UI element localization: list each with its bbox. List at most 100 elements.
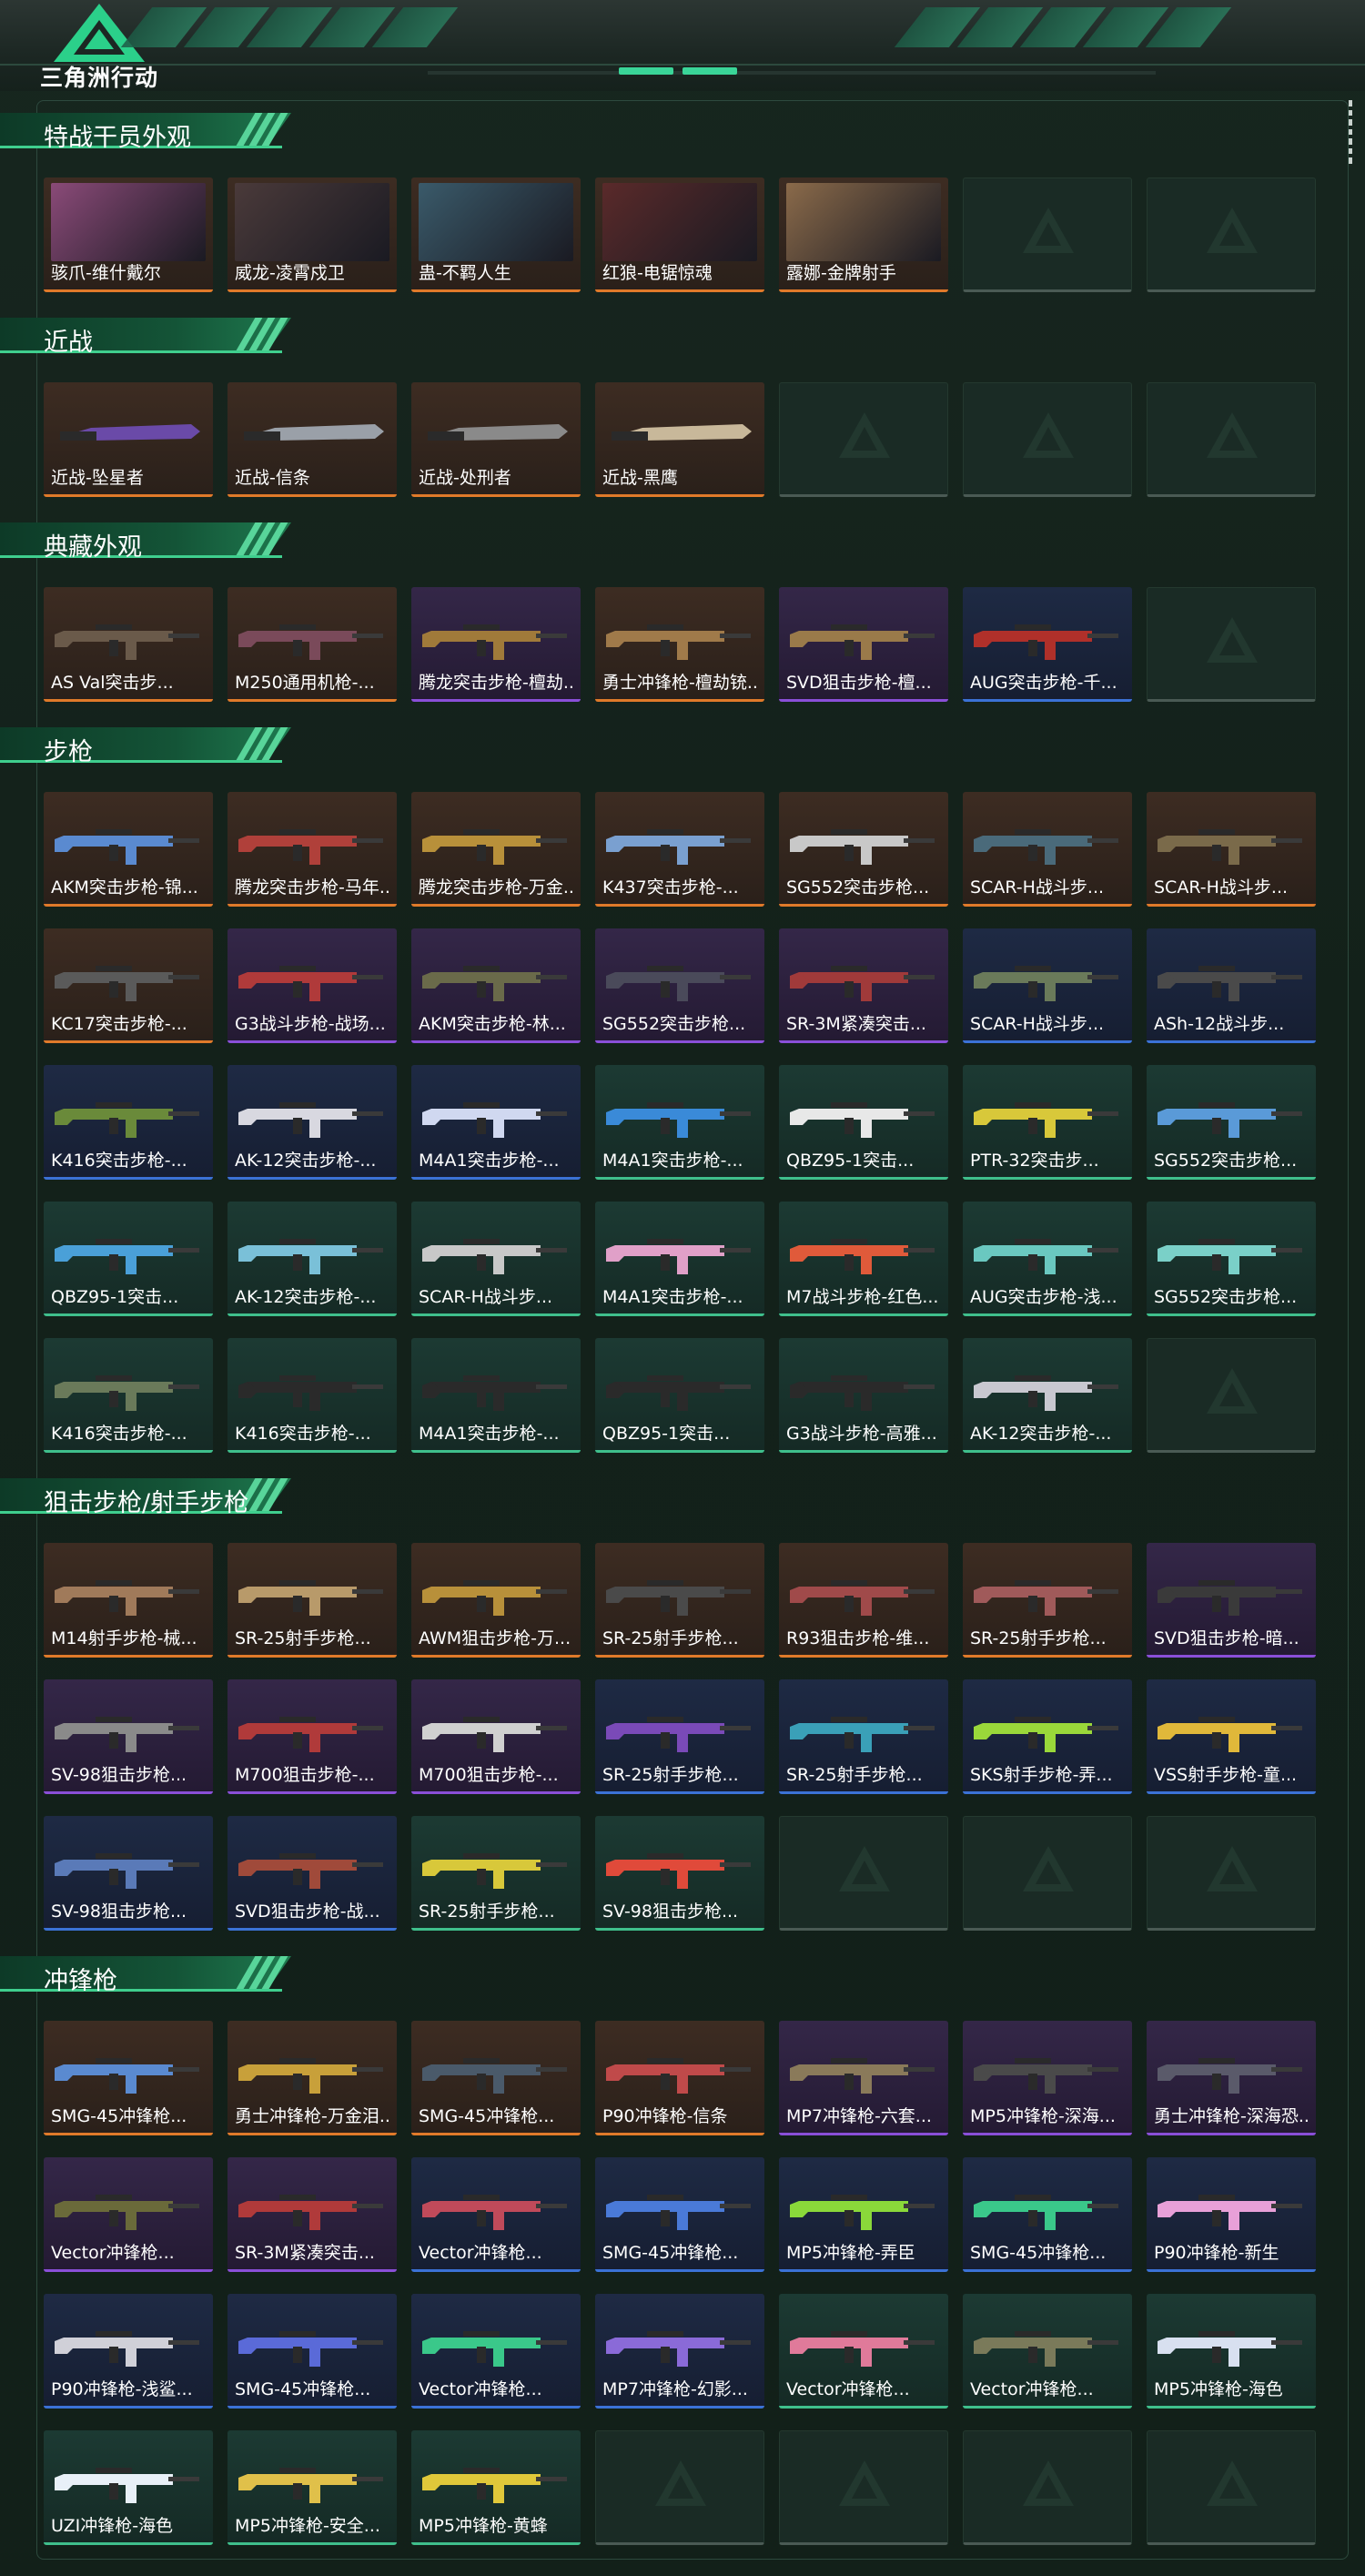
skin-card[interactable]: UZI冲锋枪-海色 bbox=[44, 2430, 213, 2545]
skin-card[interactable]: AK-12突击步枪-... bbox=[228, 1202, 397, 1316]
skin-card[interactable]: 勇士冲锋枪-檀劫铳... bbox=[595, 587, 764, 702]
skin-card[interactable]: QBZ95-1突击... bbox=[779, 1065, 948, 1180]
skin-name: SR-25射手步枪... bbox=[970, 1628, 1107, 1648]
skin-card[interactable]: M250通用机枪-... bbox=[228, 587, 397, 702]
skin-card[interactable]: MP5冲锋枪-黄蜂 bbox=[411, 2430, 581, 2545]
skin-card[interactable]: SMG-45冲锋枪... bbox=[595, 2157, 764, 2272]
skin-card[interactable]: 蛊-不羁人生 bbox=[411, 177, 581, 292]
skin-card[interactable]: SVD狙击步枪-战... bbox=[228, 1816, 397, 1931]
skin-card[interactable]: SCAR-H战斗步... bbox=[963, 792, 1132, 907]
skin-card[interactable]: G3战斗步枪-高雅... bbox=[779, 1338, 948, 1453]
skin-card[interactable]: PTR-32突击步... bbox=[963, 1065, 1132, 1180]
skin-card[interactable]: SCAR-H战斗步... bbox=[411, 1202, 581, 1316]
skin-card[interactable]: 威龙-凌霄戍卫 bbox=[228, 177, 397, 292]
skin-card[interactable]: 露娜-金牌射手 bbox=[779, 177, 948, 292]
skin-card[interactable]: SMG-45冲锋枪... bbox=[963, 2157, 1132, 2272]
skin-card[interactable]: SMG-45冲锋枪... bbox=[44, 2021, 213, 2135]
skin-card[interactable]: Vector冲锋枪... bbox=[411, 2294, 581, 2409]
skin-card[interactable]: K416突击步枪-... bbox=[44, 1338, 213, 1453]
skin-card[interactable]: K416突击步枪-... bbox=[228, 1338, 397, 1453]
skin-card[interactable]: MP5冲锋枪-弄臣 bbox=[779, 2157, 948, 2272]
skin-card[interactable]: ASh-12战斗步... bbox=[1147, 928, 1316, 1043]
skin-card[interactable]: AWM狙击步枪-万... bbox=[411, 1543, 581, 1658]
skin-card[interactable]: 勇士冲锋枪-深海恐... bbox=[1147, 2021, 1316, 2135]
weapon-icon bbox=[790, 1580, 935, 1616]
skin-card[interactable]: AKM突击步枪-锦... bbox=[44, 792, 213, 907]
skin-card[interactable]: AKM突击步枪-林... bbox=[411, 928, 581, 1043]
skin-card[interactable]: P90冲锋枪-浅鲨... bbox=[44, 2294, 213, 2409]
skin-card[interactable]: QBZ95-1突击... bbox=[595, 1338, 764, 1453]
skin-card[interactable]: SCAR-H战斗步... bbox=[963, 928, 1132, 1043]
skin-card[interactable]: M4A1突击步枪-... bbox=[411, 1065, 581, 1180]
skin-card[interactable]: 骇爪-维什戴尔 bbox=[44, 177, 213, 292]
skin-card[interactable]: R93狙击步枪-维... bbox=[779, 1543, 948, 1658]
skin-card[interactable]: SVD狙击步枪-暗... bbox=[1147, 1543, 1316, 1658]
skin-card[interactable]: AK-12突击步枪-... bbox=[228, 1065, 397, 1180]
skin-card[interactable]: SR-25射手步枪... bbox=[779, 1679, 948, 1794]
skin-card[interactable]: G3战斗步枪-战场... bbox=[228, 928, 397, 1043]
skin-card[interactable]: 近战-处刑者 bbox=[411, 382, 581, 497]
skin-name: Vector冲锋枪... bbox=[51, 2243, 175, 2263]
skin-card[interactable]: Vector冲锋枪... bbox=[411, 2157, 581, 2272]
skin-card[interactable]: SCAR-H战斗步... bbox=[1147, 792, 1316, 907]
skin-card[interactable]: KC17突击步枪-... bbox=[44, 928, 213, 1043]
skin-card[interactable]: M14射手步枪-械... bbox=[44, 1543, 213, 1658]
skin-card[interactable]: AK-12突击步枪-... bbox=[963, 1338, 1132, 1453]
skin-card[interactable]: M7战斗步枪-红色... bbox=[779, 1202, 948, 1316]
skin-card[interactable]: QBZ95-1突击... bbox=[44, 1202, 213, 1316]
skin-card[interactable]: 近战-信条 bbox=[228, 382, 397, 497]
skin-card[interactable]: SG552突击步枪... bbox=[595, 928, 764, 1043]
skin-card[interactable]: 腾龙突击步枪-檀劫... bbox=[411, 587, 581, 702]
skin-card[interactable]: MP7冲锋枪-六套... bbox=[779, 2021, 948, 2135]
skin-card[interactable]: SMG-45冲锋枪... bbox=[228, 2294, 397, 2409]
skin-card[interactable]: SR-25射手步枪... bbox=[411, 1816, 581, 1931]
skin-card[interactable]: MP7冲锋枪-幻影... bbox=[595, 2294, 764, 2409]
skin-card[interactable]: SG552突击步枪... bbox=[779, 792, 948, 907]
weapon-icon bbox=[238, 1717, 383, 1752]
skin-card[interactable]: VSS射手步枪-童... bbox=[1147, 1679, 1316, 1794]
skin-card[interactable]: SR-25射手步枪... bbox=[595, 1543, 764, 1658]
skin-card[interactable]: SMG-45冲锋枪... bbox=[411, 2021, 581, 2135]
skin-card[interactable]: SKS射手步枪-弄... bbox=[963, 1679, 1132, 1794]
weapon-icon bbox=[606, 1239, 751, 1274]
skin-card[interactable]: AS Val突击步... bbox=[44, 587, 213, 702]
skin-card[interactable]: AUG突击步枪-浅... bbox=[963, 1202, 1132, 1316]
skin-card[interactable]: SG552突击步枪... bbox=[1147, 1065, 1316, 1180]
skin-card[interactable]: SR-3M紧凑突击... bbox=[779, 928, 948, 1043]
skin-card[interactable]: MP5冲锋枪-安全... bbox=[228, 2430, 397, 2545]
section-title: 特战干员外观 bbox=[0, 109, 300, 152]
skin-card[interactable]: SR-25射手步枪... bbox=[228, 1543, 397, 1658]
skin-card[interactable]: MP5冲锋枪-海色 bbox=[1147, 2294, 1316, 2409]
knife-icon bbox=[612, 424, 752, 441]
skin-card[interactable]: SR-3M紧凑突击... bbox=[228, 2157, 397, 2272]
weapon-icon bbox=[422, 2331, 567, 2367]
skin-card[interactable]: M4A1突击步枪-... bbox=[411, 1338, 581, 1453]
skin-card[interactable]: AUG突击步枪-千... bbox=[963, 587, 1132, 702]
empty-slot bbox=[1147, 1816, 1316, 1931]
skin-card[interactable]: 腾龙突击步枪-万金... bbox=[411, 792, 581, 907]
skin-card[interactable]: K437突击步枪-... bbox=[595, 792, 764, 907]
skin-card[interactable]: Vector冲锋枪... bbox=[779, 2294, 948, 2409]
skin-card[interactable]: K416突击步枪-... bbox=[44, 1065, 213, 1180]
skin-card[interactable]: M4A1突击步枪-... bbox=[595, 1202, 764, 1316]
skin-card[interactable]: 近战-坠星者 bbox=[44, 382, 213, 497]
skin-card[interactable]: M700狙击步枪-... bbox=[228, 1679, 397, 1794]
skin-card[interactable]: Vector冲锋枪... bbox=[963, 2294, 1132, 2409]
skin-card[interactable]: SG552突击步枪... bbox=[1147, 1202, 1316, 1316]
skin-card[interactable]: SR-25射手步枪... bbox=[595, 1679, 764, 1794]
skin-card[interactable]: SV-98狙击步枪... bbox=[595, 1816, 764, 1931]
skin-card[interactable]: SV-98狙击步枪... bbox=[44, 1816, 213, 1931]
skin-card[interactable]: 近战-黑鹰 bbox=[595, 382, 764, 497]
skin-card[interactable]: SR-25射手步枪... bbox=[963, 1543, 1132, 1658]
skin-card[interactable]: MP5冲锋枪-深海... bbox=[963, 2021, 1132, 2135]
skin-card[interactable]: M4A1突击步枪-... bbox=[595, 1065, 764, 1180]
skin-card[interactable]: 红狼-电锯惊魂 bbox=[595, 177, 764, 292]
skin-card[interactable]: 腾龙突击步枪-马年... bbox=[228, 792, 397, 907]
skin-card[interactable]: 勇士冲锋枪-万金泪... bbox=[228, 2021, 397, 2135]
skin-card[interactable]: Vector冲锋枪... bbox=[44, 2157, 213, 2272]
skin-card[interactable]: SVD狙击步枪-檀... bbox=[779, 587, 948, 702]
skin-card[interactable]: M700狙击步枪-... bbox=[411, 1679, 581, 1794]
skin-card[interactable]: SV-98狙击步枪... bbox=[44, 1679, 213, 1794]
skin-card[interactable]: P90冲锋枪-信条 bbox=[595, 2021, 764, 2135]
skin-card[interactable]: P90冲锋枪-新生 bbox=[1147, 2157, 1316, 2272]
